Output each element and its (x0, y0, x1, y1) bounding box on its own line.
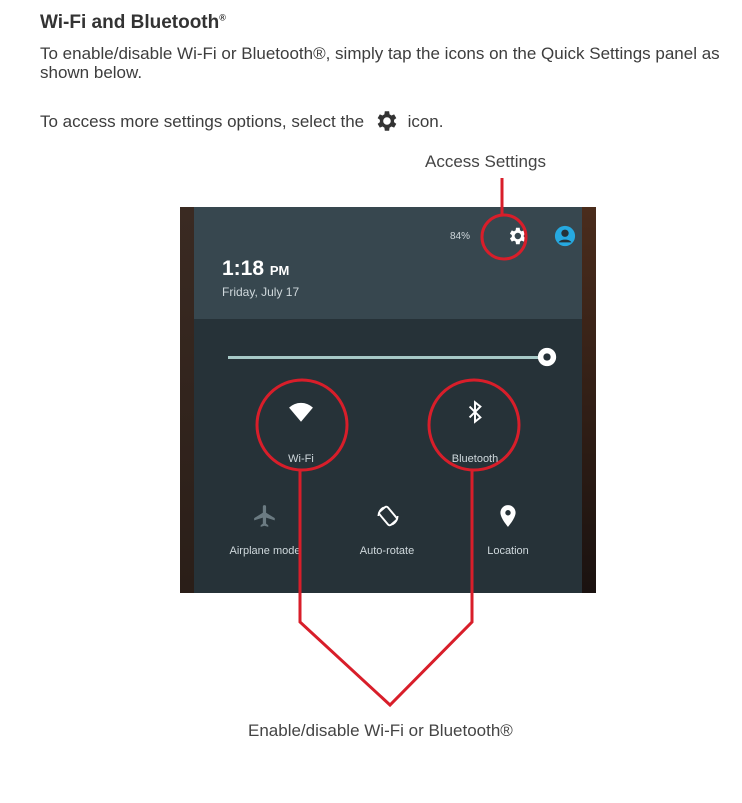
settings-highlight-circle (480, 213, 528, 261)
toggle-callout-label: Enable/disable Wi-Fi or Bluetooth® (248, 721, 513, 740)
toggle-callout-lines (298, 470, 474, 708)
wifi-highlight-circle (255, 378, 349, 472)
callout-annotation-layer (255, 178, 528, 708)
bluetooth-highlight-circle (427, 378, 521, 472)
